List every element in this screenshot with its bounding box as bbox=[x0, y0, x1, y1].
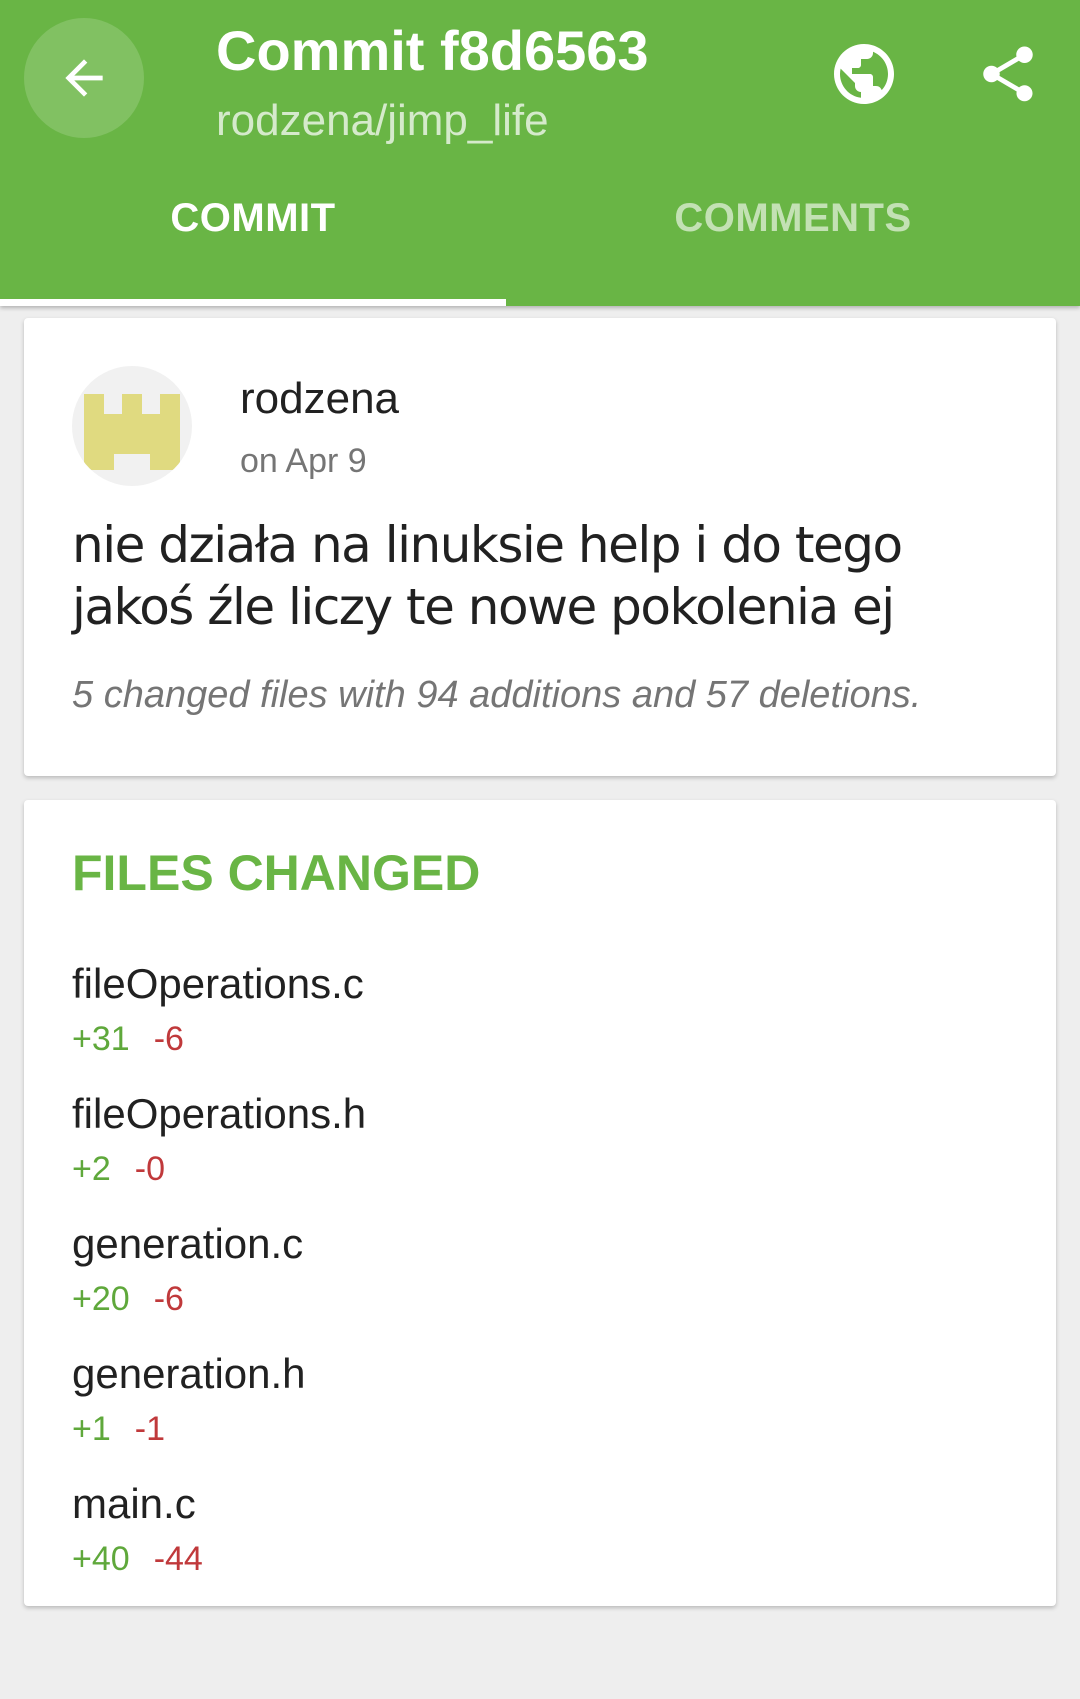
file-name: main.c bbox=[72, 1480, 196, 1527]
app-bar: Commit f8d6563 rodzena/jimp_life COMMIT … bbox=[0, 0, 1080, 306]
share-icon bbox=[983, 46, 1033, 102]
file-stats: +1 -1 bbox=[72, 1410, 165, 1449]
file-additions: +2 bbox=[72, 1150, 111, 1188]
file-name: generation.h bbox=[72, 1350, 306, 1397]
globe-icon bbox=[834, 44, 894, 104]
tab-comments[interactable]: COMMENTS bbox=[540, 196, 1046, 241]
avatar[interactable] bbox=[72, 366, 192, 486]
file-name: generation.c bbox=[72, 1220, 304, 1267]
identicon-icon bbox=[84, 394, 180, 470]
arrow-left-icon bbox=[65, 59, 103, 97]
page-title: Commit f8d6563 bbox=[216, 19, 649, 82]
tab-commit[interactable]: COMMIT bbox=[0, 196, 506, 241]
file-deletions: -0 bbox=[134, 1150, 165, 1188]
file-item[interactable]: fileOperations.h +2 -0 bbox=[72, 1090, 1012, 1200]
file-item[interactable]: fileOperations.c +31 -6 bbox=[72, 960, 1012, 1070]
file-stats: +20 -6 bbox=[72, 1280, 184, 1319]
commit-author[interactable]: rodzena bbox=[240, 374, 399, 424]
file-additions: +1 bbox=[72, 1410, 111, 1448]
file-deletions: -6 bbox=[153, 1280, 184, 1318]
share-button[interactable] bbox=[970, 36, 1046, 112]
change-summary: 5 changed files with 94 additions and 57… bbox=[72, 674, 922, 716]
file-stats: +40 -44 bbox=[72, 1540, 203, 1579]
repo-subtitle: rodzena/jimp_life bbox=[216, 96, 549, 145]
file-stats: +31 -6 bbox=[72, 1020, 184, 1059]
commit-info-card: rodzena on Apr 9 nie działa na linuksie … bbox=[24, 318, 1056, 776]
file-additions: +40 bbox=[72, 1540, 130, 1578]
commit-date: on Apr 9 bbox=[240, 442, 367, 480]
open-in-browser-button[interactable] bbox=[826, 36, 902, 112]
file-item[interactable]: main.c +40 -44 bbox=[72, 1480, 1012, 1590]
file-stats: +2 -0 bbox=[72, 1150, 165, 1189]
files-changed-card: FILES CHANGED fileOperations.c +31 -6 fil… bbox=[24, 800, 1056, 1606]
file-name: fileOperations.h bbox=[72, 1090, 367, 1137]
commit-message: nie działa na linuksie help i do tego ja… bbox=[72, 516, 903, 636]
file-additions: +20 bbox=[72, 1280, 130, 1318]
file-deletions: -44 bbox=[153, 1540, 203, 1578]
file-item[interactable]: generation.c +20 -6 bbox=[72, 1220, 1012, 1330]
back-button[interactable] bbox=[24, 18, 144, 138]
tab-indicator bbox=[0, 299, 506, 306]
file-item[interactable]: generation.h +1 -1 bbox=[72, 1350, 1012, 1460]
file-additions: +31 bbox=[72, 1020, 130, 1058]
file-name: fileOperations.c bbox=[72, 960, 364, 1007]
file-deletions: -1 bbox=[134, 1410, 165, 1448]
file-deletions: -6 bbox=[153, 1020, 184, 1058]
files-changed-header: FILES CHANGED bbox=[72, 845, 481, 901]
